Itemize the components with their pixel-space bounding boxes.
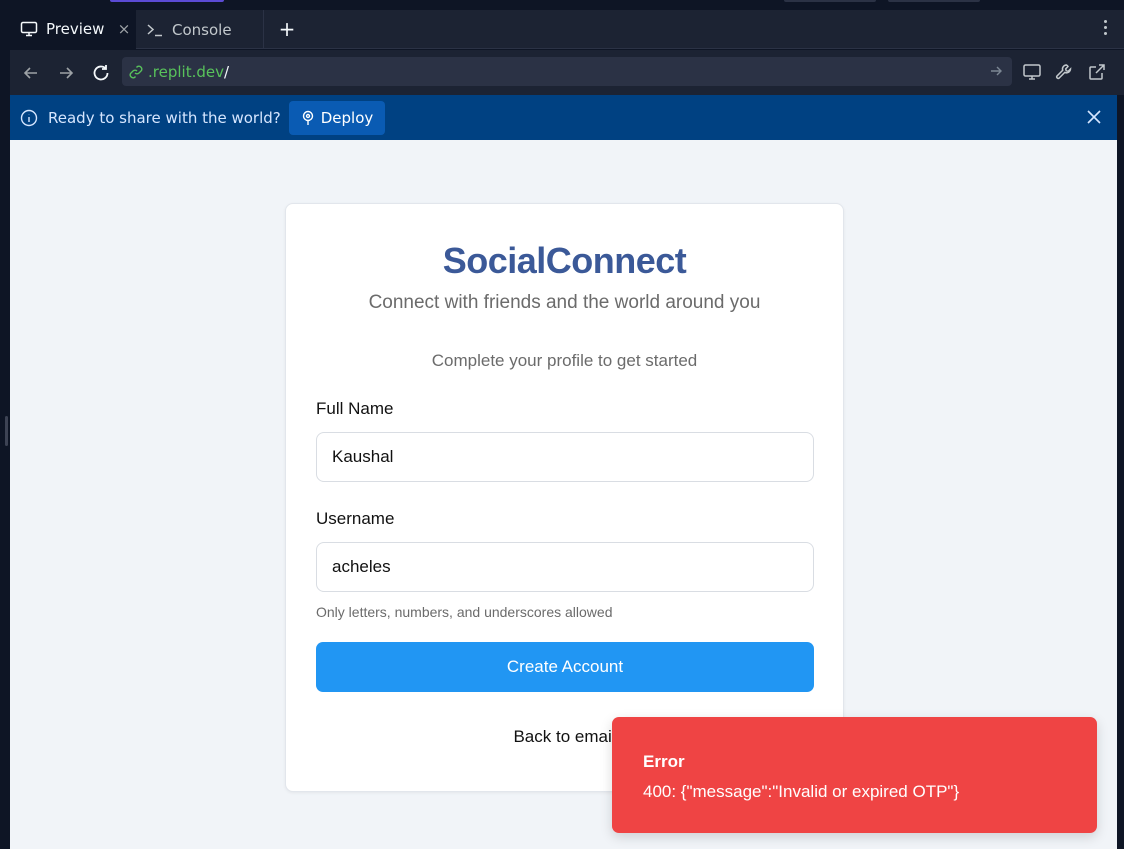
header-element <box>784 0 876 2</box>
close-icon[interactable]: × <box>116 21 132 37</box>
kebab-menu-icon[interactable] <box>1102 20 1108 40</box>
brand-title: SocialConnect <box>442 240 687 281</box>
step-instruction: Complete your profile to get started <box>431 351 698 370</box>
username-label: Username <box>316 509 395 528</box>
tab-console[interactable]: Console <box>138 10 264 49</box>
full-name-value: Kaushal <box>332 447 394 466</box>
url-bar[interactable]: .replit.dev / <box>122 57 1012 86</box>
workspace-tab-indicator <box>110 0 224 2</box>
toast-title: Error <box>643 752 685 771</box>
username-hint: Only letters, numbers, and underscores a… <box>316 604 613 620</box>
close-icon[interactable] <box>1085 108 1103 126</box>
error-toast[interactable]: Error 400: {"message":"Invalid or expire… <box>612 717 1097 833</box>
url-host: .replit.dev <box>148 62 224 81</box>
deploy-button[interactable]: Deploy <box>288 100 386 135</box>
tagline: Connect with friends and the world aroun… <box>368 292 761 313</box>
reload-icon[interactable] <box>90 62 112 84</box>
full-name-input[interactable]: Kaushal <box>316 432 814 482</box>
browser-nav-bar: .replit.dev / <box>10 50 1124 95</box>
pane-tab-bar: Preview × Console + <box>10 10 1124 49</box>
add-tab-button[interactable]: + <box>276 18 298 40</box>
tab-preview-label: Preview <box>46 19 105 38</box>
tab-console-label: Console <box>172 20 232 39</box>
info-icon <box>20 109 38 126</box>
link-icon <box>129 65 143 78</box>
resize-handle[interactable] <box>5 416 8 446</box>
monitor-icon <box>20 21 38 36</box>
top-strip <box>0 0 1124 10</box>
tab-preview[interactable]: Preview × <box>10 10 136 49</box>
wrench-icon[interactable] <box>1054 62 1074 82</box>
url-path: / <box>223 62 230 81</box>
deploy-icon <box>302 110 313 125</box>
right-gutter <box>1117 95 1124 849</box>
deploy-button-label: Deploy <box>320 108 374 127</box>
deploy-banner: Ready to share with the world? Deploy <box>10 95 1117 140</box>
go-arrow-icon[interactable] <box>988 63 1004 79</box>
username-input[interactable]: acheles <box>316 542 814 592</box>
external-link-icon[interactable] <box>1087 62 1107 82</box>
forward-arrow-icon[interactable] <box>55 62 77 84</box>
username-value: acheles <box>332 557 391 576</box>
toast-message: 400: {"message":"Invalid or expired OTP"… <box>643 782 960 801</box>
device-icon[interactable] <box>1022 62 1042 82</box>
banner-text: Ready to share with the world? <box>48 108 281 127</box>
full-name-label: Full Name <box>316 399 394 418</box>
profile-card: SocialConnect Connect with friends and t… <box>285 203 844 792</box>
back-arrow-icon[interactable] <box>20 62 42 84</box>
terminal-icon <box>147 23 162 36</box>
header-element <box>888 0 980 2</box>
create-account-button[interactable]: Create Account <box>316 642 814 692</box>
